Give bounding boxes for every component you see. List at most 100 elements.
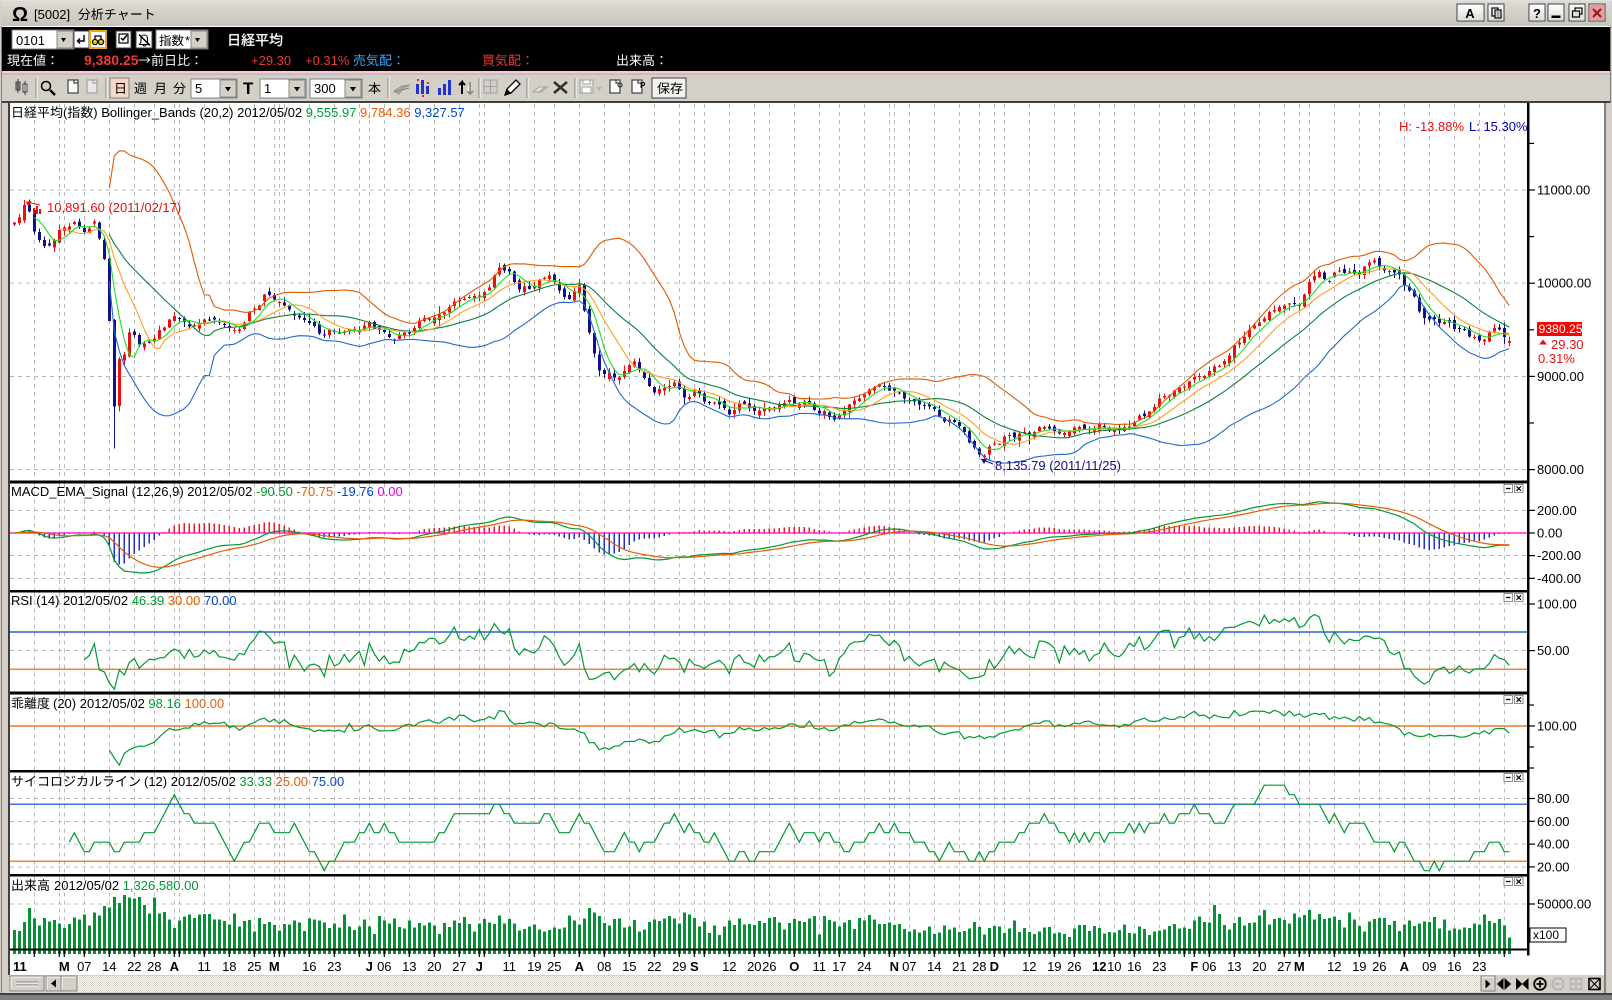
svg-text:25: 25 — [247, 959, 261, 974]
svg-text:F: F — [1190, 959, 1198, 974]
svg-text:14: 14 — [102, 959, 116, 974]
svg-text:26: 26 — [1372, 959, 1386, 974]
svg-text:21: 21 — [952, 959, 966, 974]
svg-text:N: N — [890, 959, 899, 974]
svg-text:300: 300 — [314, 81, 336, 96]
svg-text:M: M — [269, 959, 280, 974]
svg-text:5: 5 — [195, 81, 202, 96]
svg-text:19: 19 — [1047, 959, 1061, 974]
svg-text:8,135.79 (2011/11/25): 8,135.79 (2011/11/25) — [995, 458, 1121, 473]
svg-text:A: A — [170, 959, 180, 974]
svg-text:Ω: Ω — [12, 4, 28, 26]
svg-text:0.31%: 0.31% — [1538, 351, 1575, 366]
svg-text:06: 06 — [377, 959, 391, 974]
svg-text:26: 26 — [1067, 959, 1081, 974]
svg-text:22: 22 — [127, 959, 141, 974]
svg-text:A: A — [1400, 959, 1410, 974]
svg-text:13: 13 — [402, 959, 416, 974]
svg-text:M: M — [1294, 959, 1305, 974]
svg-text:H: -13.88%: H: -13.88% — [1399, 119, 1464, 134]
svg-text:20: 20 — [427, 959, 441, 974]
svg-text:50.00: 50.00 — [1537, 643, 1570, 658]
svg-text:9,327.57: 9,327.57 — [414, 105, 465, 120]
svg-text:98.16: 98.16 — [148, 696, 181, 711]
svg-text:2012/05/02: 2012/05/02 — [54, 878, 119, 893]
svg-text:19: 19 — [1352, 959, 1366, 974]
svg-text:100.00: 100.00 — [1537, 719, 1577, 734]
svg-text:25: 25 — [547, 959, 561, 974]
svg-text:10: 10 — [1107, 959, 1121, 974]
svg-text:20.00: 20.00 — [1537, 859, 1570, 874]
svg-text:08: 08 — [597, 959, 611, 974]
svg-text:70.00: 70.00 — [204, 593, 237, 608]
svg-text:12: 12 — [1327, 959, 1341, 974]
svg-text:16: 16 — [302, 959, 316, 974]
svg-text:26: 26 — [762, 959, 776, 974]
svg-text:16: 16 — [1447, 959, 1461, 974]
svg-text:28: 28 — [147, 959, 161, 974]
svg-text:100.00: 100.00 — [185, 696, 225, 711]
svg-text:10,891.60 (2011/02/17): 10,891.60 (2011/02/17) — [47, 200, 181, 215]
svg-text:50000.00: 50000.00 — [1537, 897, 1591, 912]
svg-text:25.00: 25.00 — [276, 774, 309, 789]
svg-text:+0.31%: +0.31% — [305, 53, 350, 68]
svg-text:20: 20 — [1252, 959, 1266, 974]
svg-text:J: J — [366, 959, 373, 974]
svg-text:11: 11 — [13, 959, 27, 974]
svg-text:75.00: 75.00 — [312, 774, 345, 789]
svg-text:09: 09 — [1422, 959, 1436, 974]
svg-text:1,326,580.00: 1,326,580.00 — [123, 878, 199, 893]
svg-text:24: 24 — [857, 959, 871, 974]
svg-text:O: O — [789, 959, 799, 974]
svg-text:A: A — [575, 959, 585, 974]
svg-text:200.00: 200.00 — [1537, 503, 1577, 518]
svg-text:*: * — [185, 34, 190, 48]
svg-text:8000.00: 8000.00 — [1537, 462, 1584, 477]
svg-text:29.30: 29.30 — [1551, 337, 1584, 352]
svg-text:23: 23 — [1152, 959, 1166, 974]
svg-text:28: 28 — [972, 959, 986, 974]
svg-text:23: 23 — [327, 959, 341, 974]
svg-text:100.00: 100.00 — [1537, 597, 1577, 612]
svg-text:33.33: 33.33 — [239, 774, 272, 789]
svg-text:07: 07 — [77, 959, 91, 974]
svg-text:[5002]: [5002] — [34, 7, 70, 22]
svg-text:) Bollinger_Bands (20,2) 2012/: ) Bollinger_Bands (20,2) 2012/05/02 — [93, 105, 302, 120]
svg-text:-90.50: -90.50 — [256, 484, 293, 499]
svg-text:12: 12 — [1092, 959, 1106, 974]
svg-text:?: ? — [1533, 6, 1541, 21]
svg-text:13: 13 — [1227, 959, 1241, 974]
svg-text:M: M — [59, 959, 70, 974]
svg-text:-400.00: -400.00 — [1537, 571, 1581, 586]
svg-text:10000.00: 10000.00 — [1537, 276, 1591, 291]
svg-text:RSI (14) 2012/05/02: RSI (14) 2012/05/02 — [11, 593, 128, 608]
svg-text:9,380.25: 9,380.25 — [84, 52, 139, 68]
svg-text:80.00: 80.00 — [1537, 791, 1570, 806]
svg-text:20: 20 — [747, 959, 761, 974]
svg-text:11000.00: 11000.00 — [1537, 183, 1590, 198]
svg-text:T: T — [243, 79, 254, 98]
svg-text:11: 11 — [503, 959, 517, 974]
svg-text:+29.30: +29.30 — [251, 53, 291, 68]
svg-text:14: 14 — [927, 959, 941, 974]
svg-text:15: 15 — [622, 959, 636, 974]
svg-text:1: 1 — [264, 81, 271, 96]
svg-text:-200.00: -200.00 — [1537, 548, 1581, 563]
svg-text:22: 22 — [647, 959, 661, 974]
svg-text:0.00: 0.00 — [1537, 526, 1562, 541]
svg-text:07: 07 — [902, 959, 916, 974]
svg-text:19: 19 — [527, 959, 541, 974]
svg-text:D: D — [990, 959, 999, 974]
svg-text:23: 23 — [1472, 959, 1486, 974]
svg-text:16: 16 — [1127, 959, 1141, 974]
svg-text:9,784.36: 9,784.36 — [360, 105, 411, 120]
svg-text:46.39: 46.39 — [132, 593, 165, 608]
svg-text:-70.75: -70.75 — [296, 484, 333, 499]
svg-text:9380.25: 9380.25 — [1539, 322, 1583, 336]
svg-text:9,555.97: 9,555.97 — [306, 105, 357, 120]
svg-text:12: 12 — [722, 959, 736, 974]
svg-text:P: P — [640, 81, 646, 90]
svg-text:18: 18 — [222, 959, 236, 974]
svg-text:0.00: 0.00 — [377, 484, 402, 499]
svg-text:MACD_EMA_Signal (12,26,9) 2012: MACD_EMA_Signal (12,26,9) 2012/05/02 — [11, 484, 252, 499]
